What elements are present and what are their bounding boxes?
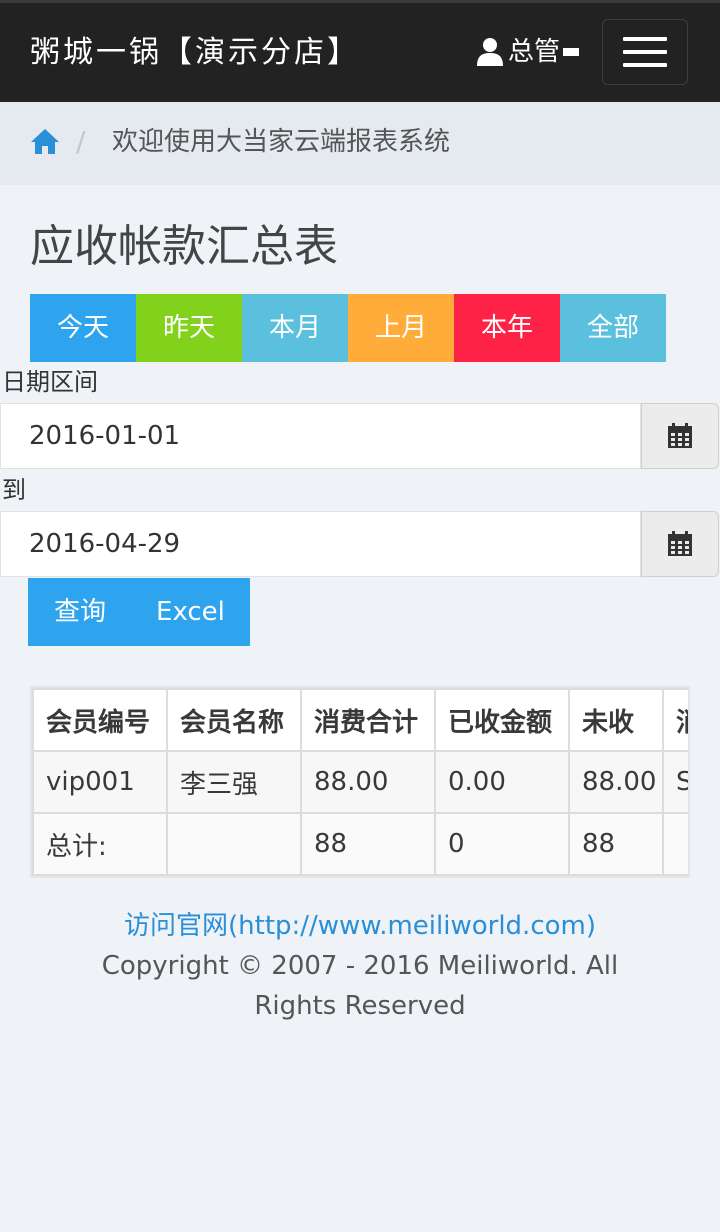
hamburger-line	[623, 37, 667, 41]
cell-unreceived: 88.00	[568, 750, 664, 814]
official-site-link[interactable]: 访问官网(http://www.meiliworld.com)	[0, 906, 720, 946]
receivables-table: 会员编号 会员名称 消费合计 已收金额 未收 消 vip001 李三强 88.0…	[32, 688, 688, 876]
to-label: 到	[2, 476, 26, 504]
end-date-input[interactable]	[0, 511, 641, 577]
date-range-label: 日期区间	[2, 368, 98, 396]
cell-member-name: 李三强	[166, 750, 302, 814]
caret-down-icon	[563, 48, 580, 56]
range-this-year-button[interactable]: 本年	[454, 294, 560, 362]
range-today-button[interactable]: 今天	[30, 294, 136, 362]
menu-toggle-button[interactable]	[602, 19, 688, 85]
date-range-button-group: 今天 昨天 本月 上月 本年 全部	[30, 294, 666, 362]
table-row[interactable]: vip001 李三强 88.00 0.00 88.00 S	[32, 750, 688, 814]
calendar-icon	[668, 423, 692, 448]
page-title: 应收帐款汇总表	[30, 221, 338, 272]
range-this-month-button[interactable]: 本月	[242, 294, 348, 362]
breadcrumb-current: 欢迎使用大当家云端报表系统	[112, 127, 451, 157]
brand-title[interactable]: 粥城一锅【演示分店】	[30, 33, 360, 73]
total-label-cell: 总计:	[32, 812, 168, 876]
total-cell-member-name	[166, 812, 302, 876]
total-cell-unreceived: 88	[568, 812, 664, 876]
total-cell-amount-received: 0	[434, 812, 570, 876]
start-date-group	[0, 403, 720, 471]
breadcrumb-separator: /	[76, 125, 86, 158]
total-cell-truncated	[662, 812, 688, 876]
action-button-group: 查询 Excel	[28, 578, 250, 646]
range-yesterday-button[interactable]: 昨天	[136, 294, 242, 362]
total-cell-total-spend: 88	[300, 812, 436, 876]
receivables-table-container[interactable]: 会员编号 会员名称 消费合计 已收金额 未收 消 vip001 李三强 88.0…	[30, 686, 690, 878]
table-total-row: 总计: 88 0 88	[32, 812, 688, 876]
user-name: 总管	[508, 37, 561, 67]
table-header-row: 会员编号 会员名称 消费合计 已收金额 未收 消	[32, 688, 688, 752]
hamburger-line	[623, 63, 667, 67]
copyright-text: Copyright © 2007 - 2016 Meiliworld. All …	[101, 951, 619, 1021]
start-date-input[interactable]	[0, 403, 641, 469]
col-header-amount-received[interactable]: 已收金额	[434, 688, 570, 752]
cell-total-spend: 88.00	[300, 750, 436, 814]
user-icon	[477, 38, 503, 66]
col-header-member-name[interactable]: 会员名称	[166, 688, 302, 752]
top-navbar: 粥城一锅【演示分店】 总管	[0, 0, 720, 102]
breadcrumb: / 欢迎使用大当家云端报表系统	[0, 102, 720, 185]
excel-export-button[interactable]: Excel	[156, 578, 225, 646]
range-last-month-button[interactable]: 上月	[348, 294, 454, 362]
user-menu[interactable]: 总管	[476, 34, 580, 70]
cell-member-id: vip001	[32, 750, 168, 814]
page-footer: 访问官网(http://www.meiliworld.com) Copyrigh…	[0, 906, 720, 1026]
col-header-total-spend[interactable]: 消费合计	[300, 688, 436, 752]
end-date-group	[0, 511, 720, 579]
col-header-member-id[interactable]: 会员编号	[32, 688, 168, 752]
home-icon[interactable]	[30, 126, 60, 156]
query-button[interactable]: 查询	[54, 578, 106, 646]
cell-amount-received: 0.00	[434, 750, 570, 814]
col-header-unreceived[interactable]: 未收	[568, 688, 664, 752]
calendar-icon	[668, 531, 692, 556]
range-all-button[interactable]: 全部	[560, 294, 666, 362]
col-header-truncated[interactable]: 消	[662, 688, 688, 752]
cell-truncated: S	[662, 750, 688, 814]
end-date-calendar-button[interactable]	[641, 511, 719, 577]
hamburger-line	[623, 50, 667, 54]
start-date-calendar-button[interactable]	[641, 403, 719, 469]
